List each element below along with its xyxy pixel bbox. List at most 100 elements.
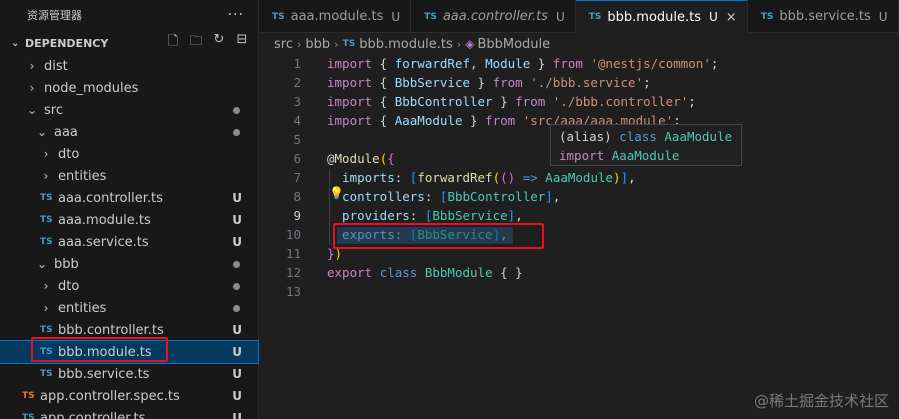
tree-item-label: bbb.controller.ts — [58, 322, 164, 338]
breadcrumb: src › bbb › TS bbb.module.ts › ◈ BbbModu… — [259, 33, 899, 55]
code-token: ] — [545, 189, 553, 204]
tree-file[interactable]: TS app.controller.spec.ts U — [0, 385, 258, 407]
more-actions-icon[interactable]: ··· — [228, 7, 244, 23]
editor-tab[interactable]: TS bbb.service.ts U — [748, 0, 899, 33]
breadcrumb-symbol[interactable]: BbbModule — [477, 37, 550, 52]
typescript-file-icon: TS — [40, 325, 53, 335]
tab-git-status: U — [391, 9, 401, 24]
tree-folder[interactable]: › dto — [0, 143, 258, 165]
line-number: 2 — [293, 75, 301, 90]
code-line[interactable]: 1 import { forwardRef, Module } from '@ne… — [259, 54, 899, 73]
line-number: 1 — [293, 56, 301, 71]
breadcrumb-file[interactable]: bbb.module.ts — [359, 37, 453, 52]
code-line[interactable]: 12 export class BbbModule { } — [259, 263, 899, 282]
code-token: => — [515, 170, 546, 185]
lightbulb-icon[interactable]: 💡 — [329, 186, 344, 200]
code-token: { } — [492, 265, 523, 280]
code-token: './bbb.service' — [530, 75, 644, 90]
tree-item-label: app.controller.ts — [40, 410, 146, 419]
chevron-right-icon: › — [456, 37, 462, 51]
tab-git-status: U — [878, 9, 888, 24]
hover-tooltip: (alias) class AaaModule import AaaModule — [550, 124, 742, 166]
code-token: BbbController — [394, 94, 493, 109]
code-token: @ — [327, 151, 335, 166]
tree-folder[interactable]: ⌄ src — [0, 99, 258, 121]
collapse-all-icon[interactable]: ⊟ — [234, 32, 250, 54]
hover-module: AaaModule — [611, 148, 680, 163]
typescript-file-icon: TS — [22, 391, 35, 401]
breadcrumb-bbb[interactable]: bbb — [305, 37, 330, 52]
highlight-box — [31, 337, 168, 362]
code-token: : — [394, 170, 410, 185]
code-token: import — [327, 75, 373, 90]
tree-folder[interactable]: ⌄ aaa — [0, 121, 258, 143]
code-line[interactable]: 3 import { BbbController } from './bbb.co… — [259, 92, 899, 111]
workspace-name: DEPENDENCY — [25, 36, 109, 50]
class-symbol-icon: ◈ — [465, 37, 475, 51]
typescript-file-icon: TS — [342, 39, 356, 49]
typescript-file-icon: TS — [40, 237, 53, 247]
code-token: imports — [327, 170, 395, 185]
tree-file[interactable]: TS app.controller.ts U — [0, 407, 258, 419]
close-icon[interactable]: × — [726, 10, 737, 25]
tree-folder[interactable]: › entities — [0, 297, 258, 319]
tree-file[interactable]: TS aaa.controller.ts U — [0, 187, 258, 209]
code-token: ; — [643, 75, 651, 90]
tree-item-label: node_modules — [44, 80, 139, 96]
tree-item-label: entities — [58, 300, 107, 316]
code-text: imports: [forwardRef(() => AaaModule)], — [327, 168, 636, 187]
editor-tab[interactable]: TS bbb.module.ts U × — [575, 0, 748, 33]
line-number: 11 — [285, 246, 301, 261]
tree-folder[interactable]: ⌄ bbb — [0, 253, 258, 275]
chevron-down-icon: ⌄ — [26, 103, 38, 117]
editor-tab[interactable]: TS aaa.module.ts U — [259, 0, 412, 33]
code-token: import — [327, 56, 373, 71]
modified-dot-icon — [233, 106, 240, 114]
tree-folder[interactable]: › dto — [0, 275, 258, 297]
code-token: from — [485, 113, 516, 128]
git-status-badge: U — [232, 389, 242, 403]
new-file-icon[interactable]: 🗋 — [165, 32, 181, 54]
code-text: import { forwardRef, Module } from '@nes… — [327, 54, 718, 73]
tree-item-label: aaa.module.ts — [58, 212, 151, 228]
modified-dot-icon — [233, 304, 240, 312]
code-text: controllers: [BbbController], — [327, 187, 560, 206]
tree-folder[interactable]: › node_modules — [0, 77, 258, 99]
tab-label: bbb.module.ts — [607, 9, 701, 25]
code-token: , — [628, 170, 636, 185]
code-token: class — [379, 265, 418, 280]
code-line[interactable]: 2 import { BbbService } from './bbb.servi… — [259, 73, 899, 92]
code-token: , — [515, 208, 523, 223]
code-token: ( — [492, 170, 501, 185]
code-text: import { BbbController } from './bbb.con… — [327, 92, 696, 111]
git-status-badge: U — [232, 323, 242, 337]
watermark: @稀土掘金技术社区 — [753, 392, 889, 410]
tree-folder[interactable]: › entities — [0, 165, 258, 187]
tree-file[interactable]: TS aaa.service.ts U — [0, 231, 258, 253]
explorer-header: 资源管理器 ··· — [0, 0, 258, 30]
git-status-badge: U — [232, 213, 242, 227]
tree-item-label: src — [44, 102, 63, 118]
code-line[interactable]: 7 imports: [forwardRef(() => AaaModule)]… — [259, 168, 899, 187]
new-folder-icon[interactable]: 🗀 — [188, 32, 204, 54]
chevron-right-icon: › — [43, 279, 49, 293]
modified-dot-icon — [233, 282, 240, 290]
tree-file[interactable]: TS aaa.module.ts U — [0, 209, 258, 231]
typescript-file-icon: TS — [40, 369, 53, 379]
workspace-section-header[interactable]: ⌄ DEPENDENCY 🗋 🗀 ↻ ⊟ — [0, 30, 258, 56]
git-status-badge: U — [232, 191, 242, 205]
code-line[interactable]: 13 — [259, 282, 899, 301]
code-token: } — [470, 75, 493, 90]
tree-file[interactable]: TS bbb.service.ts U — [0, 363, 258, 385]
git-status-badge: U — [232, 235, 242, 249]
refresh-icon[interactable]: ↻ — [211, 32, 227, 54]
editor-tab[interactable]: TS aaa.controller.ts U — [411, 0, 576, 33]
breadcrumb-src[interactable]: src — [274, 37, 293, 52]
code-token: { — [372, 94, 395, 109]
hover-keyword: class — [619, 129, 657, 144]
code-token: '@nestjs/common' — [590, 56, 711, 71]
tree-folder[interactable]: › dist — [0, 55, 258, 77]
code-line[interactable]: 8 controllers: [BbbController], — [259, 187, 899, 206]
